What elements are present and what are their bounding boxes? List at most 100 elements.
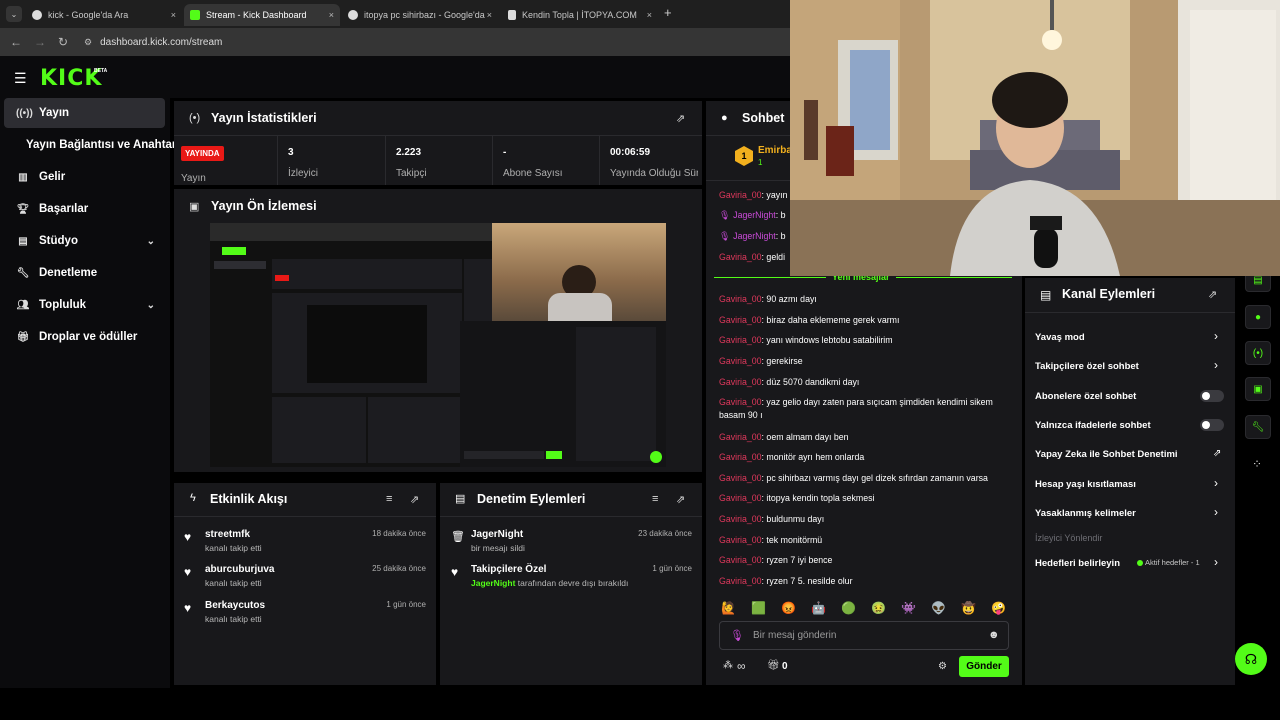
emote-icon[interactable]: 🟢 — [841, 601, 856, 615]
preview-stats — [272, 259, 462, 289]
back-icon[interactable]: ← — [10, 35, 22, 49]
emote-icon[interactable]: 👽 — [931, 601, 946, 615]
chevron-right-icon[interactable]: › — [1214, 358, 1218, 372]
rail-wrench-icon[interactable]: 🔧︎ — [1245, 415, 1271, 439]
chat-message: Gaviria_00: 90 azmı dayı — [719, 293, 1009, 306]
sidebar-item-drops[interactable]: 🎁︎ Droplar ve ödüller — [4, 322, 165, 352]
chat-username[interactable]: Gaviria_00 — [719, 473, 762, 483]
menu-icon[interactable]: ☰ — [14, 70, 27, 87]
emote-icon[interactable]: 🟩 — [751, 601, 766, 615]
mod-user[interactable]: JagerNight — [471, 578, 515, 588]
emoji-icon[interactable]: ☻ — [988, 629, 1000, 641]
emote-icon[interactable]: 👾 — [901, 601, 916, 615]
sidebar-item-community[interactable]: 👥︎ Topluluk ⌄ — [4, 290, 165, 320]
filter-icon[interactable]: ≡ — [386, 493, 392, 505]
chat-username[interactable]: Gaviria_00 — [719, 335, 762, 345]
emote-icon[interactable]: 🤖 — [811, 601, 826, 615]
tab-itopya[interactable]: Kendin Topla | İTOPYA.COM × — [502, 4, 658, 26]
rail-more-icon[interactable]: ⁘ — [1252, 457, 1262, 471]
emote-icon[interactable]: 😡 — [781, 601, 796, 615]
emote-icon[interactable]: 🤠 — [961, 601, 976, 615]
close-icon[interactable]: × — [329, 10, 334, 20]
action-slow-mode[interactable]: Yavaş mod — [1035, 332, 1085, 343]
mod-user[interactable]: JagerNight — [471, 529, 523, 540]
popout-icon[interactable]: ⇗ — [1208, 288, 1217, 301]
action-account-age[interactable]: Hesap yaşı kısıtlaması — [1035, 479, 1136, 490]
emote-icon[interactable]: 🤢 — [871, 601, 886, 615]
chat-username[interactable]: Gaviria_00 — [719, 432, 762, 442]
sidebar-item-stream-key[interactable]: Yayın Bağlantısı ve Anahtarı — [4, 130, 180, 160]
tab-label: itopya pc sihirbazı - Google'da — [364, 10, 485, 20]
emotes-only-toggle[interactable] — [1200, 419, 1224, 431]
chat-username[interactable]: Gaviria_00 — [719, 294, 762, 304]
site-info-icon[interactable]: ⚙ — [84, 37, 92, 48]
emote-icon[interactable]: 🙋 — [721, 601, 736, 615]
sidebar-item-revenue[interactable]: ▥ Gelir — [4, 162, 165, 192]
rail-chat-icon[interactable]: ● — [1245, 305, 1271, 329]
heart-icon: ♥ — [184, 530, 192, 544]
chat-username[interactable]: Gaviria_00 — [719, 356, 762, 366]
action-set-goals[interactable]: Hedefleri belirleyin — [1035, 558, 1120, 569]
sidebar-item-achievements[interactable]: 🏆︎ Başarılar — [4, 194, 165, 224]
activity-user[interactable]: Berkaycutos — [205, 600, 265, 611]
points-icon[interactable]: ⁂ — [723, 660, 733, 671]
action-followers-only[interactable]: Takipçilere özel sohbet — [1035, 361, 1139, 372]
filter-icon[interactable]: ≡ — [652, 493, 658, 505]
new-tab-button[interactable]: + — [664, 5, 672, 20]
chevron-right-icon[interactable]: › — [1214, 555, 1218, 569]
chat-username[interactable]: Gaviria_00 — [719, 576, 762, 586]
action-ai-moderation[interactable]: Yapay Zeka ile Sohbet Denetimi — [1035, 449, 1178, 460]
activity-user[interactable]: aburcuburjuva — [205, 564, 274, 575]
chat-username[interactable]: Gaviria_00 — [719, 377, 762, 387]
forward-icon[interactable]: → — [34, 35, 46, 49]
tab-google-kick[interactable]: kick - Google'da Ara × — [26, 4, 182, 26]
chat-username[interactable]: Gaviria_00 — [719, 535, 762, 545]
tab-kick-dashboard[interactable]: Stream - Kick Dashboard × — [184, 4, 340, 26]
send-button[interactable]: Gönder — [959, 656, 1009, 677]
subscribers-only-toggle[interactable] — [1200, 390, 1224, 402]
popout-icon[interactable]: ⇗ — [676, 112, 685, 125]
sidebar-item-label: Droplar ve ödüller — [39, 331, 138, 343]
close-icon[interactable]: × — [487, 10, 492, 20]
chat-username[interactable]: JagerNight — [733, 210, 776, 220]
chevron-right-icon[interactable]: › — [1214, 329, 1218, 343]
url-field[interactable]: ⚙ dashboard.kick.com/stream — [84, 33, 784, 51]
chevron-right-icon[interactable]: › — [1214, 476, 1218, 490]
channel-actions-title: Kanal Eylemleri — [1062, 287, 1156, 301]
close-icon[interactable]: × — [171, 10, 176, 20]
chat-username[interactable]: Gaviria_00 — [719, 493, 762, 503]
external-link-icon[interactable]: ⇗ — [1213, 448, 1221, 459]
sidebar-item-stream[interactable]: ((•)) Yayın — [4, 98, 165, 128]
gear-icon[interactable]: ⚙ — [938, 661, 947, 672]
rail-broadcast-icon[interactable]: (•) — [1245, 341, 1271, 365]
close-icon[interactable]: × — [647, 10, 652, 20]
support-button[interactable]: ☊ — [1235, 643, 1267, 675]
chat-username[interactable]: Gaviria_00 — [719, 397, 762, 407]
gift-icon[interactable]: 🎁︎ — [767, 660, 780, 671]
chat-username[interactable]: Gaviria_00 — [719, 514, 762, 524]
popout-icon[interactable]: ⇗ — [676, 493, 685, 506]
chat-username[interactable]: Gaviria_00 — [719, 452, 762, 462]
webcam-overlay — [790, 0, 1280, 276]
action-banned-words[interactable]: Yasaklanmış kelimeler — [1035, 508, 1136, 519]
chat-username[interactable]: Gaviria_00 — [719, 315, 762, 325]
stream-preview-video[interactable] — [210, 223, 666, 467]
chat-input[interactable]: 🎙︎ Bir mesaj gönderin ☻ — [719, 621, 1009, 650]
chat-username[interactable]: Gaviria_00 — [719, 555, 762, 565]
tab-list-icon[interactable]: ⌄ — [6, 6, 22, 22]
chat-username[interactable]: Gaviria_00 — [719, 190, 762, 200]
tab-itopya-search[interactable]: itopya pc sihirbazı - Google'da × — [342, 4, 498, 26]
popout-icon[interactable]: ⇗ — [410, 493, 419, 506]
chevron-right-icon[interactable]: › — [1214, 505, 1218, 519]
sidebar-item-moderation[interactable]: 🔧︎ Denetleme — [4, 258, 165, 288]
sidebar-item-studio[interactable]: ▤ Stüdyo ⌄ — [4, 226, 165, 256]
emote-icon[interactable]: 🤪 — [991, 601, 1006, 615]
activity-desc: kanalı takip etti — [205, 578, 262, 588]
pinned-user[interactable]: Emirba — [758, 145, 792, 156]
activity-user[interactable]: streetmfk — [205, 529, 250, 540]
action-subscribers-only: Abonelere özel sohbet — [1035, 391, 1137, 402]
chat-username[interactable]: Gaviria_00 — [719, 252, 762, 262]
chat-username[interactable]: JagerNight — [733, 231, 776, 241]
rail-actions-icon[interactable]: ▣ — [1245, 377, 1271, 401]
reload-icon[interactable]: ↻ — [58, 35, 68, 49]
